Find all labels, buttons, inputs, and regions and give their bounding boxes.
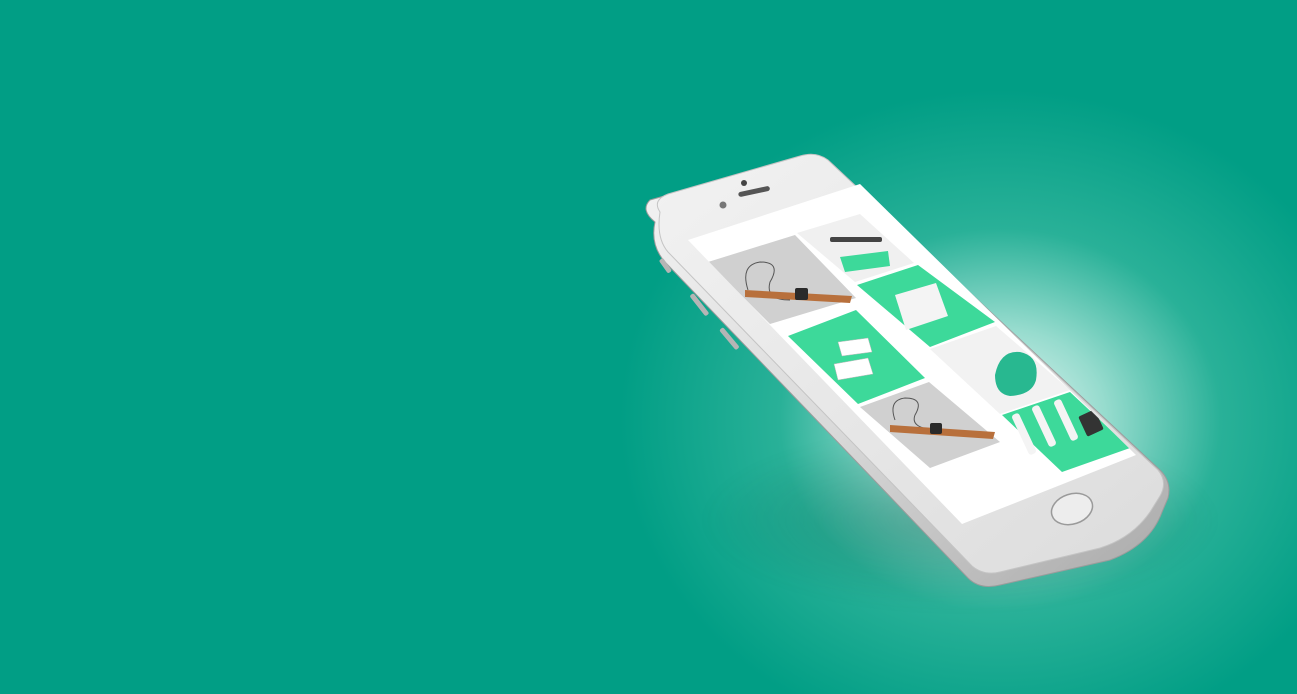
watch-face	[795, 288, 808, 300]
smartphone-mockup	[645, 153, 1170, 587]
front-camera	[741, 180, 747, 186]
watch-face-lower	[930, 423, 942, 434]
hero-banner	[0, 0, 1297, 694]
small-watch-band	[830, 237, 882, 242]
proximity-sensor	[719, 201, 727, 209]
